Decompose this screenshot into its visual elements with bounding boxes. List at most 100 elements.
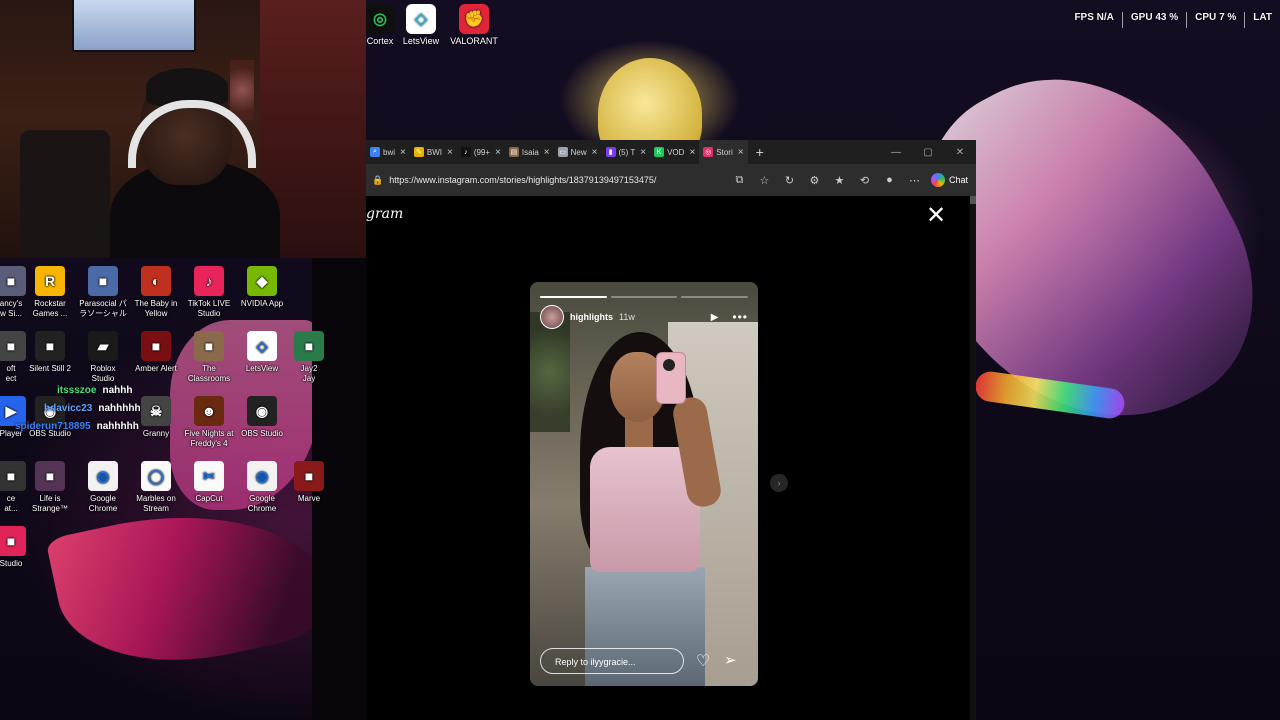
minimize-button[interactable]: —: [880, 147, 912, 158]
browser-tab[interactable]: ▤ Isaia ×: [505, 140, 554, 164]
granny-icon: ☠: [141, 396, 171, 426]
cortex-icon: ◎: [365, 4, 395, 34]
browser-tab[interactable]: ▭ New ×: [554, 140, 602, 164]
desktop-icon-label: Parasocial パ ラソーシャル: [79, 299, 127, 318]
performance-overlay: FPS N/A GPU 43 % CPU 7 % LAT: [1066, 12, 1280, 28]
heart-icon[interactable]: ♡: [696, 651, 710, 671]
browser-tab[interactable]: K VOD ×: [650, 140, 699, 164]
browser-tab[interactable]: ◎ Stori ×: [699, 140, 748, 164]
letsview-icon: ◇: [406, 4, 436, 34]
desktop-icon[interactable]: ◆ NVIDIA App: [235, 266, 289, 309]
desktop-icon[interactable]: R Rockstar Games ...: [23, 266, 77, 319]
more-menu-icon[interactable]: ⋯: [902, 174, 927, 187]
new-tab-button[interactable]: +: [756, 144, 764, 160]
browser-tab[interactable]: ▮ (5) T ×: [602, 140, 651, 164]
capcut-icon: ✂: [194, 461, 224, 491]
play-icon[interactable]: ▶: [711, 312, 719, 323]
desktop-icon[interactable]: ◇ LetsView: [235, 331, 289, 374]
desktop-icon[interactable]: ◯ Marbles on Stream: [129, 461, 183, 514]
story-phone: [656, 352, 686, 404]
refresh-icon[interactable]: ↻: [777, 174, 802, 187]
profile-avatar[interactable]: ●: [877, 174, 902, 186]
desktop-icon[interactable]: ♪ TikTok LIVE Studio: [182, 266, 236, 319]
desktop-icon-label: CapCut: [195, 494, 223, 503]
desktop-icon[interactable]: ■ Marve: [282, 461, 336, 504]
game-icon: ■: [35, 331, 65, 361]
browser-tab[interactable]: ✎ BWI ×: [410, 140, 457, 164]
tab-label: (99+: [473, 147, 491, 157]
lock-icon: 🔒: [372, 174, 384, 185]
close-tab-icon[interactable]: ×: [640, 147, 646, 158]
desktop-icon[interactable]: ■ Life is Strange™: [23, 461, 77, 514]
window-controls: — ▢ ✕: [880, 147, 976, 158]
close-tab-icon[interactable]: ×: [544, 147, 550, 158]
webcam-lamp: [230, 60, 254, 120]
toolbar-icons: ⧉ ☆ ↻ ⚙ ★ ⟲ ● ⋯ Chat: [727, 173, 976, 187]
desktop-icon[interactable]: ☻ Five Nights at Freddy's 4: [182, 396, 236, 449]
desktop-icon[interactable]: ■ The Classrooms: [182, 331, 236, 384]
more-options-icon[interactable]: •••: [732, 310, 748, 324]
desktop-icon-label: LetsView: [245, 364, 279, 373]
rockstar-icon: R: [35, 266, 65, 296]
story-progress-segment: [681, 296, 749, 298]
close-tab-icon[interactable]: ×: [689, 147, 695, 158]
desktop-icon-label: The Baby in Yellow: [134, 299, 178, 318]
tab-label: VOD: [667, 147, 685, 157]
close-window-button[interactable]: ✕: [944, 147, 976, 158]
reply-input[interactable]: Reply to ilyygracie...: [540, 648, 684, 674]
valorant-icon: ✊: [459, 4, 489, 34]
nvidia-icon: ◆: [247, 266, 277, 296]
browser-tab[interactable]: ⌕ bwi ×: [366, 140, 410, 164]
fps-value: N/A: [1096, 12, 1114, 23]
twitch-icon: ▮: [605, 147, 616, 157]
cpu-label: CPU: [1195, 12, 1217, 23]
next-story-arrow-icon[interactable]: ›: [770, 474, 788, 492]
webcam-chair: [20, 130, 110, 258]
copilot-chat-button[interactable]: Chat: [927, 173, 976, 187]
close-tab-icon[interactable]: ×: [738, 147, 744, 158]
game-icon: ■: [141, 331, 171, 361]
desktop-icon[interactable]: ✂ CapCut: [182, 461, 236, 504]
chrome-icon: ◍: [88, 461, 118, 491]
desktop-icon[interactable]: ◐ The Baby in Yellow: [129, 266, 183, 319]
story-avatar[interactable]: [540, 305, 564, 329]
desktop-icon-label: Marve: [297, 494, 321, 503]
maximize-button[interactable]: ▢: [912, 147, 944, 158]
fnaf-icon: ☻: [194, 396, 224, 426]
close-tab-icon[interactable]: ×: [592, 147, 598, 158]
desktop-icon[interactable]: ■ Parasocial パ ラソーシャル: [76, 266, 130, 319]
desktop-icon-label: Life is Strange™: [31, 494, 69, 513]
history-icon[interactable]: ⟲: [852, 174, 877, 187]
close-tab-icon[interactable]: ×: [400, 147, 406, 158]
browser-tab[interactable]: ♪ (99+ ×: [457, 140, 505, 164]
instagram-page: gram ✕ highlights 11w ▶ ••• Reply to ily…: [366, 196, 970, 720]
send-icon[interactable]: ➢: [724, 651, 737, 669]
desktop-icon[interactable]: ◍ Google Chrome: [76, 461, 130, 514]
game-icon: ■: [88, 266, 118, 296]
extensions-icon[interactable]: ⚙: [802, 174, 827, 187]
desktop-icon[interactable]: ◉ OBS Studio: [235, 396, 289, 439]
favorites-icon[interactable]: ★: [827, 174, 852, 187]
url-field[interactable]: 🔒 https://www.instagram.com/stories/high…: [366, 168, 727, 192]
story-username[interactable]: highlights: [570, 312, 613, 322]
close-tab-icon[interactable]: ×: [495, 147, 501, 158]
desktop-icon[interactable]: ■ Studio: [0, 526, 38, 569]
close-tab-icon[interactable]: ×: [447, 147, 453, 158]
reader-view-icon[interactable]: ⧉: [727, 174, 752, 187]
desktop-icon[interactable]: ◍ Google Chrome: [235, 461, 289, 514]
favorite-star-icon[interactable]: ☆: [752, 174, 777, 187]
story-viewer[interactable]: highlights 11w ▶ ••• Reply to ilyygracie…: [530, 282, 758, 686]
scrollbar[interactable]: [970, 196, 976, 720]
desktop-icon[interactable]: ■ Jay2 Jay: [282, 331, 336, 384]
desktop-icon[interactable]: ▰ Roblox Studio: [76, 331, 130, 384]
desktop-icon-valorant[interactable]: ✊ VALORANT: [446, 4, 502, 46]
close-story-icon[interactable]: ✕: [926, 204, 946, 228]
desktop-icon[interactable]: ■ Silent Still 2: [23, 331, 77, 374]
tab-bar: ⌕ bwi × ✎ BWI × ♪ (99+ × ▤ Isaia × ▭ New × ▮ (5) T × K VOD ×…: [366, 140, 976, 164]
desktop-icon-label: Google Chrome: [88, 494, 118, 513]
instagram-logo[interactable]: gram: [366, 206, 403, 222]
desktop-icon[interactable]: ■ Amber Alert: [129, 331, 183, 374]
chat-username: bdavicc23: [44, 403, 93, 414]
desktop-icon-letsview[interactable]: ◇ LetsView: [393, 4, 449, 46]
bwi-icon: ✎: [413, 147, 424, 157]
